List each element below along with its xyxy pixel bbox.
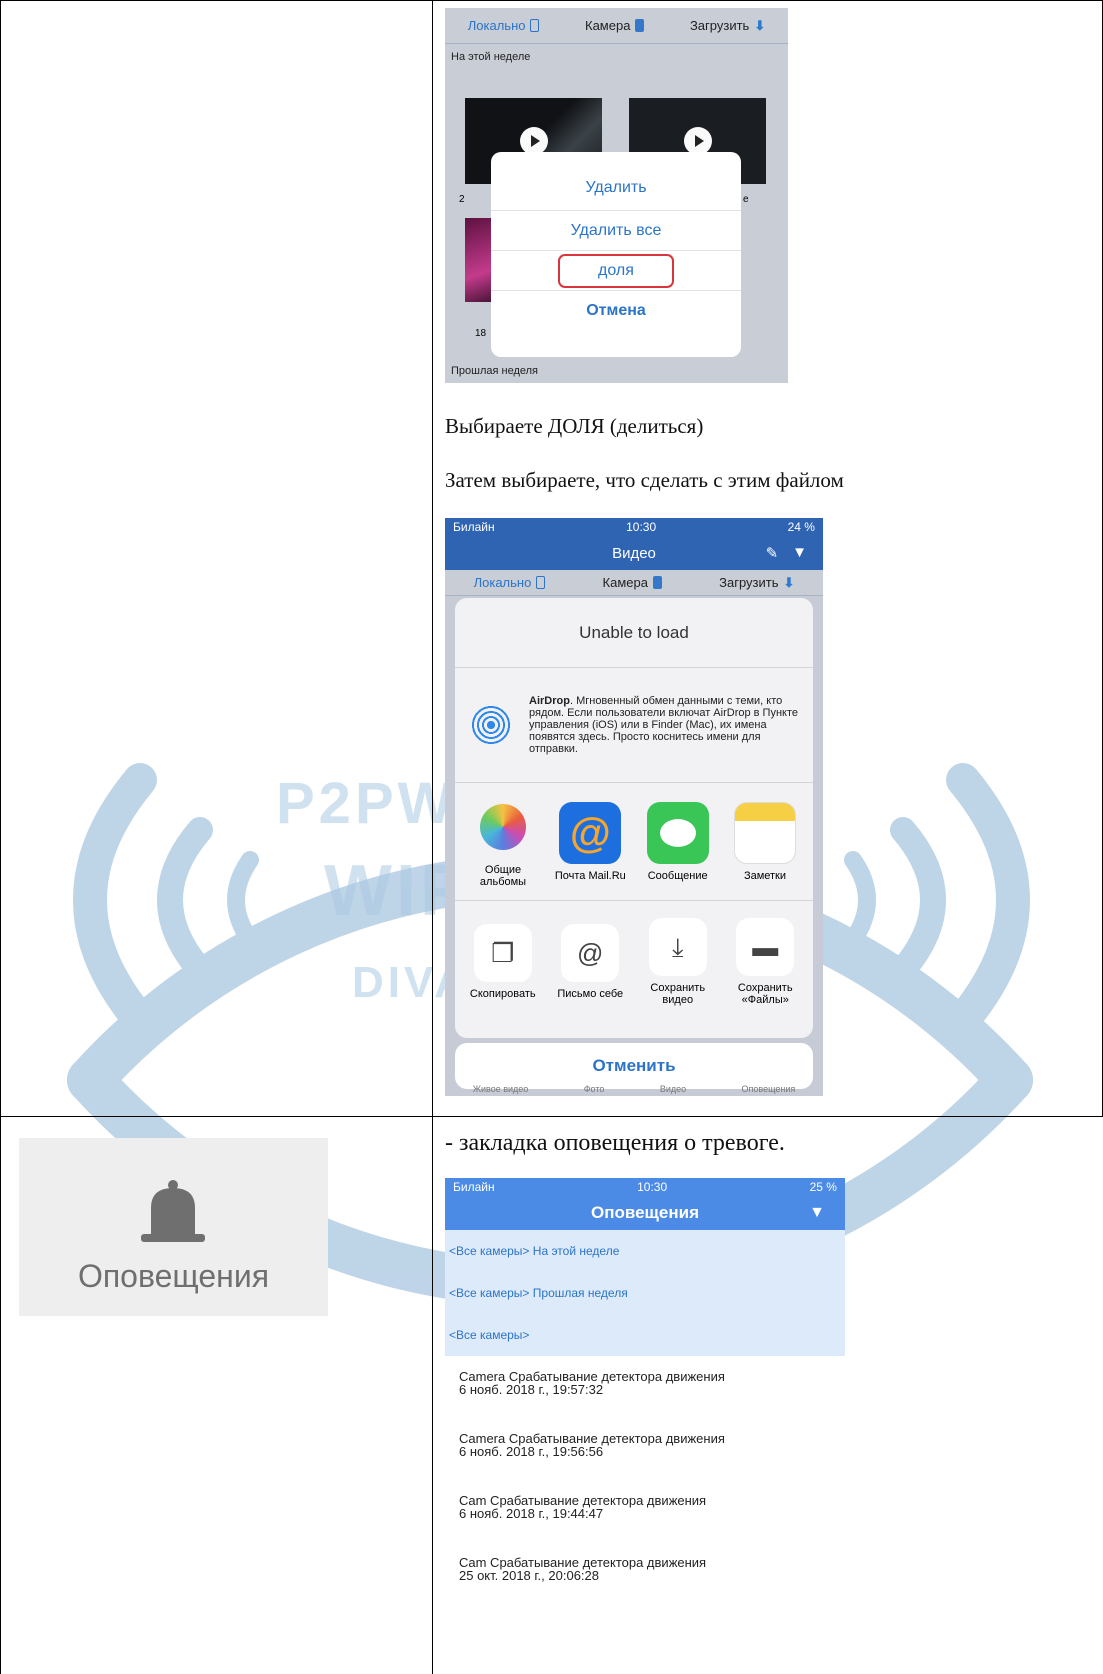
mail-ru-icon: @: [559, 801, 622, 864]
filter-this-week[interactable]: <Все камеры> На этой неделе: [445, 1230, 845, 1272]
clock: 10:30: [637, 1180, 668, 1194]
table-row-divider: [0, 1116, 1103, 1117]
share-panel: Unable to load AirDrop. Мгновенный обмен…: [455, 598, 813, 1038]
download-icon: ⬇: [754, 17, 766, 33]
tab-local[interactable]: Локально: [474, 575, 546, 590]
tab-camera[interactable]: Камера: [585, 18, 645, 33]
video-list-screenshot: Локально Камера Загрузить ⬇ На этой недел…: [445, 8, 788, 383]
filter-icon[interactable]: ▼: [809, 1204, 825, 1222]
bottom-tab-bar: Живое видео Фото Видео Оповещения: [445, 1084, 823, 1096]
action-copy[interactable]: ❐ Скопировать: [459, 924, 547, 1000]
tab-download[interactable]: Загрузить ⬇: [690, 18, 765, 34]
event-item[interactable]: Camera Срабатывание детектора движения 6 …: [445, 1418, 845, 1480]
delete-button[interactable]: Удалить: [491, 166, 741, 210]
filter-icon[interactable]: ▼: [792, 544, 807, 562]
caption-alerts: - закладка оповещения о тревоге.: [445, 1130, 785, 1156]
battery-level: 24 %: [787, 520, 815, 534]
nav-bar: Видео ✎ ▼: [445, 536, 823, 570]
caption-choose-action: Затем выбираете, что сделать с этим файл…: [445, 468, 844, 492]
action-save-video[interactable]: ⤓ Сохранить видео: [634, 918, 722, 1006]
source-tabs: Локально Камера Загрузить ⬇: [445, 570, 823, 596]
bell-icon: [141, 1180, 205, 1242]
filter-all-cameras[interactable]: <Все камеры>: [445, 1314, 845, 1356]
app-mail-ru[interactable]: @ Почта Mail.Ru: [548, 801, 632, 882]
messages-icon: [646, 801, 709, 864]
nav-bar: Оповещения ▼: [445, 1196, 845, 1230]
cancel-share-button[interactable]: Отменить: [455, 1043, 813, 1089]
share-actions-row: ❐ Скопировать @ Письмо себе ⤓ Сохранить вид…: [455, 901, 813, 1023]
action-save-files[interactable]: ▬ Сохранить «Файлы»: [722, 918, 810, 1006]
event-item[interactable]: Cam Срабатывание детектора движения 6 ноя…: [445, 1480, 845, 1542]
share-button[interactable]: доля: [491, 250, 741, 290]
filter-last-week[interactable]: <Все камеры> Прошлая неделя: [445, 1272, 845, 1314]
nav-title: Видео: [612, 544, 656, 562]
battery-level: 25 %: [809, 1180, 837, 1194]
copy-icon: ❐: [473, 924, 532, 982]
delete-all-button[interactable]: Удалить все: [491, 210, 741, 250]
section-last-week: Прошлая неделя: [451, 365, 539, 377]
play-icon: [519, 127, 548, 155]
section-this-week: На этой неделе: [451, 51, 531, 63]
airdrop-icon: [469, 703, 513, 747]
airdrop-section: AirDrop. Мгновенный обмен данными с теми…: [455, 668, 813, 783]
photos-icon: [480, 803, 526, 850]
thumbnail-label: e: [743, 194, 749, 205]
nav-title: Оповещения: [591, 1203, 699, 1222]
carrier-label: Билайн: [453, 1180, 495, 1194]
table-border-top: [0, 0, 1103, 1]
tab-download[interactable]: Загрузить ⬇: [719, 575, 794, 591]
save-download-icon: ⤓: [648, 918, 707, 976]
app-notes[interactable]: Заметки: [723, 801, 807, 882]
event-item[interactable]: Camera Срабатывание детектора движения 6 …: [445, 1356, 845, 1418]
share-apps-row: Общие альбомы @ Почта Mail.Ru Сообщение З…: [455, 783, 813, 901]
phone-icon: [530, 19, 540, 32]
clock: 10:30: [626, 520, 657, 534]
folder-icon: ▬: [736, 918, 795, 976]
action-mail-self[interactable]: @ Письмо себе: [547, 924, 635, 1000]
carrier-label: Билайн: [453, 520, 495, 534]
share-highlight: доля: [558, 253, 674, 288]
table-border-middle: [432, 0, 433, 1674]
tab-live-video[interactable]: Живое видео: [473, 1084, 529, 1096]
at-sign-icon: @: [561, 924, 620, 982]
event-item[interactable]: Cam Срабатывание детектора движения 25 ок…: [445, 1542, 845, 1598]
edit-icon[interactable]: ✎: [766, 544, 779, 562]
play-icon: [683, 127, 712, 155]
action-sheet: Удалить Удалить все доля Отмена: [491, 152, 741, 357]
notifications-label: Оповещения: [77, 1258, 270, 1294]
phone-icon: [536, 576, 546, 589]
tab-video[interactable]: Видео: [660, 1084, 686, 1096]
notifications-tab-icon: Оповещения: [19, 1138, 328, 1316]
tab-camera[interactable]: Камера: [603, 575, 662, 590]
status-bar: Билайн 10:30 25 %: [445, 1178, 845, 1196]
share-sheet-screenshot: Билайн 10:30 24 % Видео ✎ ▼ Локально Каме…: [445, 518, 823, 1096]
thumbnail-label: 2: [459, 194, 465, 205]
alerts-screenshot: Билайн 10:30 25 % Оповещения ▼ <Все каме…: [445, 1178, 845, 1598]
sd-card-icon: [635, 19, 645, 32]
source-tabs: Локально Камера Загрузить ⬇: [445, 8, 788, 44]
status-bar: Билайн 10:30 24 %: [445, 518, 823, 536]
download-icon: ⬇: [783, 574, 795, 590]
tab-alerts[interactable]: Оповещения: [742, 1084, 796, 1096]
airdrop-description: AirDrop. Мгновенный обмен данными с теми…: [529, 695, 798, 755]
thumbnail-label: 18: [475, 328, 487, 339]
sd-card-icon: [652, 576, 662, 589]
tab-photo[interactable]: Фото: [584, 1084, 605, 1096]
app-shared-albums[interactable]: Общие альбомы: [461, 796, 545, 888]
cancel-button[interactable]: Отмена: [491, 290, 741, 330]
notes-icon: [733, 801, 796, 864]
table-border-left: [0, 0, 1, 1674]
tab-local[interactable]: Локально: [468, 18, 540, 33]
caption-share: Выбираете ДОЛЯ (делиться): [445, 414, 704, 438]
app-messages[interactable]: Сообщение: [636, 801, 720, 882]
unable-to-load-title: Unable to load: [455, 598, 813, 668]
